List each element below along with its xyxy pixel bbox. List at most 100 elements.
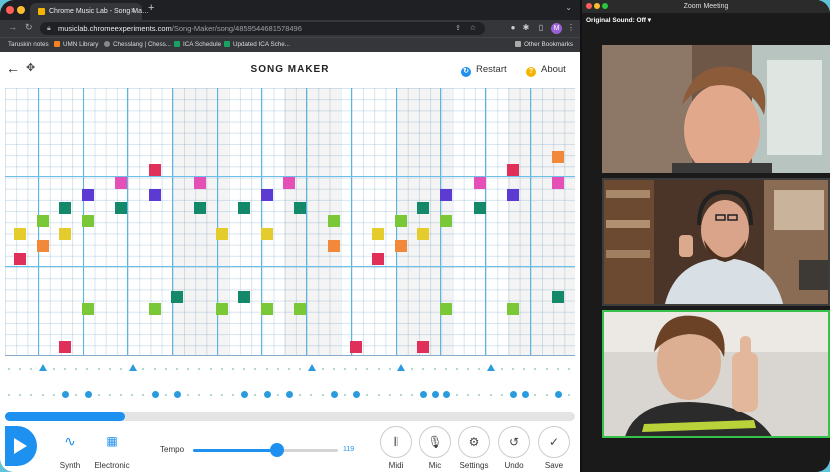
percussion-hit-triangle[interactable] xyxy=(129,364,137,371)
percussion-hit-circle[interactable] xyxy=(286,391,293,398)
percussion-hit-circle[interactable] xyxy=(443,391,450,398)
percussion-cell[interactable] xyxy=(153,368,156,370)
percussion-hit-circle[interactable] xyxy=(264,391,271,398)
percussion-cell[interactable] xyxy=(500,368,503,370)
tab-search-icon[interactable]: ⌄ xyxy=(565,3,572,12)
about-button[interactable]: ? About xyxy=(526,64,566,77)
percussion-cell[interactable] xyxy=(52,368,55,370)
melody-note[interactable] xyxy=(59,228,71,240)
melody-note[interactable] xyxy=(14,253,26,265)
percussion-cell[interactable] xyxy=(97,394,100,396)
percussion-cell[interactable] xyxy=(120,394,122,396)
percussion-cell[interactable] xyxy=(512,368,514,370)
percussion-hit-triangle[interactable] xyxy=(487,364,495,371)
percussion-hit-circle[interactable] xyxy=(62,391,69,398)
percussion-cell[interactable] xyxy=(489,394,492,396)
melody-note[interactable] xyxy=(149,189,161,201)
percussion-cell[interactable] xyxy=(288,368,290,370)
melody-note[interactable] xyxy=(238,291,250,303)
percussion-hit-circle[interactable] xyxy=(331,391,338,398)
percussion-hit-circle[interactable] xyxy=(555,391,562,398)
menu-icon[interactable]: ⋮ xyxy=(566,23,576,33)
undo-button[interactable]: ↺ xyxy=(498,426,530,458)
percussion-hit-triangle[interactable] xyxy=(39,364,47,371)
percussion-cell[interactable] xyxy=(232,368,234,370)
percussion-cell[interactable] xyxy=(8,394,10,396)
percussion-cell[interactable] xyxy=(108,368,111,370)
percussion-cell[interactable] xyxy=(321,368,324,370)
bookmark-star-icon[interactable]: ☆ xyxy=(470,22,476,35)
melody-note[interactable] xyxy=(149,303,161,315)
percussion-cell[interactable] xyxy=(500,394,503,396)
close-window-button[interactable] xyxy=(586,3,592,9)
maximize-window-button[interactable] xyxy=(602,3,608,9)
profile-avatar[interactable]: M xyxy=(551,23,562,34)
midi-button[interactable]: 𝄃 xyxy=(380,426,412,458)
percussion-cell[interactable] xyxy=(433,368,436,370)
melody-note[interactable] xyxy=(115,177,127,189)
bookmark-item[interactable]: Updated ICA Sche... xyxy=(224,38,290,52)
address-bar[interactable]: 🔒︎ musiclab.chromeexperiments.com/Song-M… xyxy=(40,22,485,35)
melody-note[interactable] xyxy=(59,202,71,214)
melody-note[interactable] xyxy=(82,215,94,227)
melody-note[interactable] xyxy=(474,202,486,214)
original-sound-toggle[interactable]: Original Sound: Off ▾ xyxy=(586,16,651,24)
close-window-button[interactable] xyxy=(6,6,14,14)
participant-video[interactable] xyxy=(602,178,830,306)
melody-note[interactable] xyxy=(216,228,228,240)
melody-note[interactable] xyxy=(216,303,228,315)
melody-note[interactable] xyxy=(37,240,49,252)
percussion-cell[interactable] xyxy=(8,368,10,370)
melody-note[interactable] xyxy=(294,303,306,315)
minimize-window-button[interactable] xyxy=(17,6,25,14)
electronic-percussion-button[interactable]: ▦ xyxy=(97,426,127,456)
melody-note[interactable] xyxy=(194,202,206,214)
playback-progress-bar[interactable] xyxy=(5,412,575,421)
percussion-cell[interactable] xyxy=(209,368,212,370)
extension-icon[interactable]: ● xyxy=(508,23,518,33)
melody-note[interactable] xyxy=(552,151,564,163)
bookmark-item[interactable]: Taruskin notes xyxy=(8,38,49,52)
melody-note[interactable] xyxy=(37,215,49,227)
percussion-cell[interactable] xyxy=(456,394,458,396)
percussion-hit-circle[interactable] xyxy=(510,391,517,398)
melody-note[interactable] xyxy=(507,164,519,176)
melody-note[interactable] xyxy=(417,202,429,214)
percussion-cell[interactable] xyxy=(276,368,279,370)
melody-note[interactable] xyxy=(283,177,295,189)
percussion-cell[interactable] xyxy=(568,368,570,370)
active-speaker-video[interactable] xyxy=(602,310,830,438)
participant-video[interactable] xyxy=(602,45,830,173)
percussion-hit-circle[interactable] xyxy=(85,391,92,398)
other-bookmarks[interactable]: Other Bookmarks xyxy=(515,38,573,52)
percussion-hit-triangle[interactable] xyxy=(397,364,405,371)
settings-button[interactable]: ⚙ xyxy=(458,426,490,458)
percussion-hit-circle[interactable] xyxy=(241,391,248,398)
mic-button[interactable]: 🎙︎ xyxy=(419,426,451,458)
percussion-cell[interactable] xyxy=(388,368,391,370)
side-panel-icon[interactable]: ▯ xyxy=(536,23,546,33)
percussion-cell[interactable] xyxy=(456,368,458,370)
percussion-cell[interactable] xyxy=(388,394,391,396)
tab-song-maker[interactable]: Chrome Music Lab - Song Ma… ✕ xyxy=(30,3,149,20)
percussion-cell[interactable] xyxy=(164,368,167,370)
melody-note[interactable] xyxy=(552,177,564,189)
melody-note[interactable] xyxy=(82,303,94,315)
melody-note[interactable] xyxy=(115,202,127,214)
extensions-puzzle-icon[interactable]: ✱ xyxy=(521,23,531,33)
melody-note[interactable] xyxy=(194,177,206,189)
save-button[interactable]: ✓ xyxy=(538,426,570,458)
melody-note[interactable] xyxy=(440,303,452,315)
percussion-hit-circle[interactable] xyxy=(174,391,181,398)
percussion-cell[interactable] xyxy=(108,394,111,396)
melody-note[interactable] xyxy=(507,189,519,201)
percussion-hit-circle[interactable] xyxy=(522,391,529,398)
percussion-cell[interactable] xyxy=(220,394,223,396)
melody-note[interactable] xyxy=(507,303,519,315)
melody-note[interactable] xyxy=(261,189,273,201)
restart-button[interactable]: ↻ Restart xyxy=(461,64,507,77)
percussion-cell[interactable] xyxy=(344,394,346,396)
melody-note[interactable] xyxy=(417,228,429,240)
melody-note[interactable] xyxy=(474,177,486,189)
percussion-hit-circle[interactable] xyxy=(420,391,427,398)
